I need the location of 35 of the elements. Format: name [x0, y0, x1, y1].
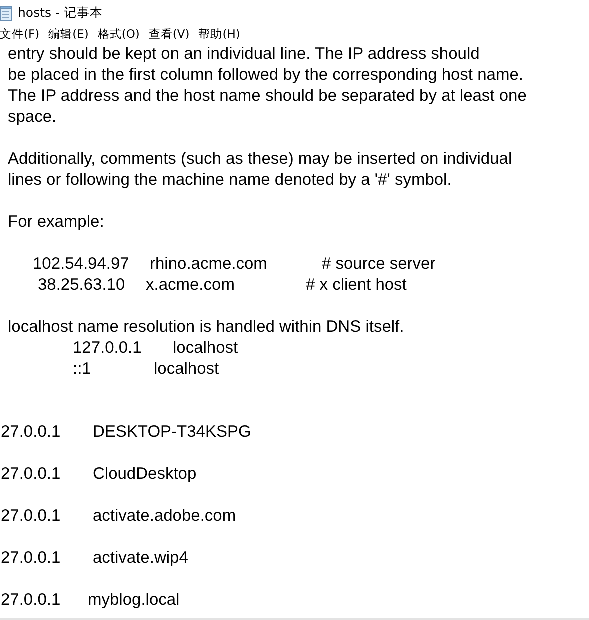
host-entry-text: activate.adobe.com	[93, 507, 236, 526]
host-entry-text: 127.0.0.1	[73, 339, 143, 358]
menu-item[interactable]: 格式(O)	[98, 27, 140, 42]
host-entry-text: # x client host	[306, 276, 407, 295]
host-entry-text: ::1	[73, 360, 92, 379]
host-entry-text: 27.0.0.1	[1, 549, 62, 568]
host-entry-text: 27.0.0.1	[1, 465, 62, 484]
text-line: The IP address and the host name should be separated by at least one	[8, 87, 527, 106]
text-line: localhost name resolution is handled within DNS itself.	[8, 318, 404, 337]
host-entry-text: localhost	[154, 360, 220, 379]
host-entry-text: 38.25.63.10	[38, 276, 126, 295]
host-entry-text: 102.54.94.97	[33, 255, 130, 274]
host-entry-text: rhino.acme.com	[150, 255, 268, 274]
menu-item[interactable]: 帮助(H)	[198, 27, 240, 42]
host-entry-text: 27.0.0.1	[1, 591, 62, 610]
host-entry-text: myblog.local	[88, 591, 180, 610]
menu-item[interactable]: 文件(F)	[0, 27, 40, 42]
host-entry-text: 27.0.0.1	[1, 507, 62, 526]
host-entry-text: DESKTOP-T34KSPG	[93, 423, 252, 442]
host-entry-text: CloudDesktop	[93, 465, 197, 484]
text-line: For example:	[8, 213, 104, 232]
host-entry-text: 27.0.0.1	[1, 423, 62, 442]
text-line: entry should be kept on an individual line. The IP address should	[8, 45, 480, 64]
host-entry-text: localhost	[173, 339, 238, 358]
host-entry-text: # source server	[322, 255, 436, 274]
menu-item[interactable]: 查看(V)	[148, 27, 190, 42]
host-entry-text: activate.wip4	[93, 549, 188, 568]
menu-item[interactable]: 编辑(E)	[48, 27, 89, 42]
text-line: lines or following the machine name denoted by a '#' symbol.	[8, 171, 452, 190]
window-title: hosts - 记事本	[18, 4, 103, 22]
text-line: space.	[8, 108, 57, 127]
text-line: Additionally, comments (such as these) may be inserted on individual	[8, 150, 512, 169]
text-line: be placed in the first column followed by the corresponding host name.	[8, 66, 524, 85]
host-entry-text: x.acme.com	[146, 276, 236, 295]
notepad-icon	[0, 6, 12, 20]
